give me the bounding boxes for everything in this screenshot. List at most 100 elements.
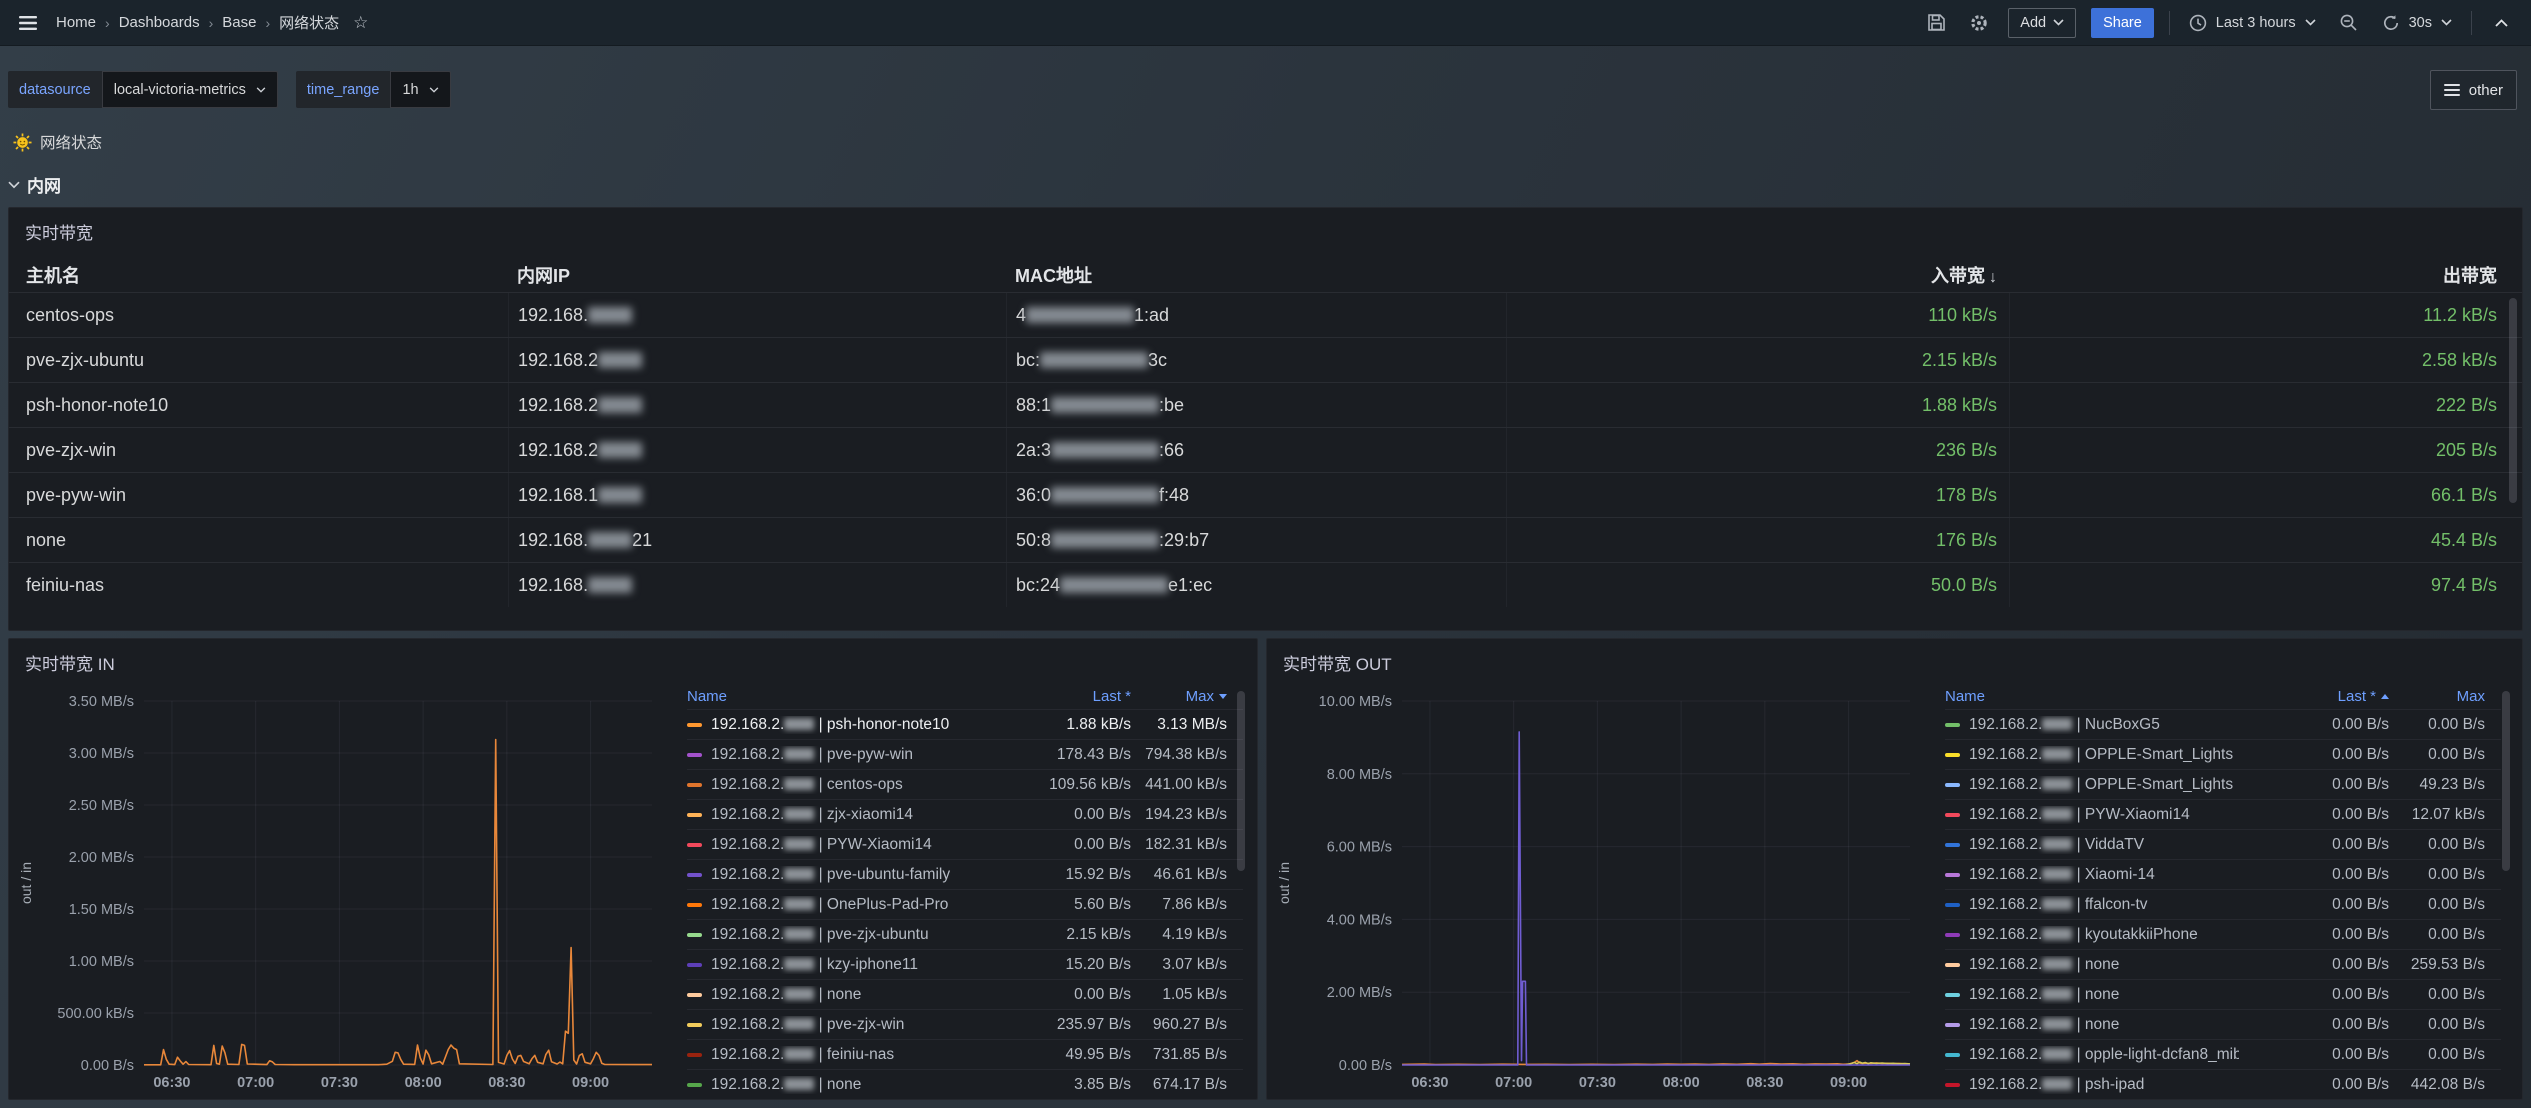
svg-text:3.00 MB/s: 3.00 MB/s — [69, 746, 134, 762]
legend-series-name[interactable]: 192.168.2. | none — [1945, 986, 2239, 1004]
legend-max-value: 0.00 B/s — [2389, 866, 2485, 884]
legend-name-header[interactable]: Name — [687, 688, 981, 705]
legend-series-name[interactable]: 192.168.2. | Xiaomi-14 — [1945, 866, 2239, 884]
legend-series-name[interactable]: 192.168.2. | opple-light-dcfan8_mibtE63F — [1945, 1046, 2239, 1064]
column-header[interactable]: 出带宽 — [2009, 260, 2514, 294]
legend-series-name[interactable]: 192.168.2. | ViddaTV — [1945, 836, 2239, 854]
legend-series-name[interactable]: 192.168.2. | pve-zjx-ubuntu — [687, 926, 981, 944]
redacted-blur — [2042, 808, 2072, 820]
zoom-out-icon[interactable] — [2335, 9, 2363, 37]
legend-series-name[interactable]: 192.168.2. | kzy-iphone11 — [687, 956, 981, 974]
legend-name-header[interactable]: Name — [1945, 688, 2239, 705]
column-header[interactable]: 主机名 — [17, 260, 508, 294]
column-header[interactable]: 入带宽↓ — [1506, 260, 2009, 294]
legend-max-value: 731.85 B/s — [1131, 1046, 1227, 1064]
series-color-icon — [1945, 843, 1960, 847]
legend-max-header[interactable]: Max — [2389, 688, 2485, 705]
refresh-control[interactable]: 30s — [2378, 8, 2456, 38]
legend-last-value: 178.43 B/s — [981, 746, 1131, 764]
legend-max-header[interactable]: Max — [1131, 688, 1227, 705]
legend-last-value: 0.00 B/s — [2239, 776, 2389, 794]
other-button[interactable]: other — [2430, 70, 2517, 110]
redacted-blur — [784, 928, 814, 940]
breadcrumb-item[interactable]: Home — [56, 14, 96, 31]
legend-series-name[interactable]: 192.168.2. | kyoutakkiiPhone — [1945, 926, 2239, 944]
column-header[interactable]: 内网IP — [508, 260, 1006, 294]
legend-max-value: 674.17 B/s — [1131, 1076, 1227, 1094]
star-icon[interactable]: ☆ — [353, 14, 368, 31]
redacted-blur — [2042, 928, 2072, 940]
mac-cell: 2a:3:66 — [1006, 428, 1506, 472]
panel-title[interactable]: 实时带宽 — [9, 208, 2522, 244]
legend-row: 192.168.2. | kyoutakkiiPhone 0.00 B/s 0.… — [1945, 919, 2501, 949]
time-range-picker[interactable]: Last 3 hours — [2185, 8, 2320, 38]
table-scrollbar[interactable] — [2509, 298, 2517, 503]
svg-text:07:30: 07:30 — [321, 1075, 358, 1091]
legend-row: 192.168.2. | OnePlus-Pad-Pro 5.60 B/s 7.… — [687, 889, 1243, 919]
breadcrumb-item[interactable]: Dashboards — [119, 14, 200, 31]
legend-max-value: 7.86 kB/s — [1131, 896, 1227, 914]
legend-max-value: 441.00 kB/s — [1131, 776, 1227, 794]
legend-series-name[interactable]: 192.168.2. | OPPLE-Smart_Lights — [1945, 776, 2239, 794]
legend-series-name[interactable]: 192.168.2. | PYW-Xiaomi14 — [687, 836, 981, 854]
legend-series-name[interactable]: 192.168.2. | PYW-Xiaomi14 — [1945, 806, 2239, 824]
legend-series-name[interactable]: 192.168.2. | none — [687, 1076, 981, 1094]
host-cell: pve-zjx-win — [17, 428, 508, 472]
settings-gear-icon[interactable] — [1965, 9, 1993, 37]
legend-scrollbar[interactable] — [2502, 691, 2510, 871]
legend-last-header[interactable]: Last * — [981, 688, 1131, 705]
series-line — [1402, 1061, 1910, 1065]
legend-scrollbar[interactable] — [1237, 691, 1245, 871]
datasource-variable-label: datasource — [8, 71, 102, 108]
series-color-icon — [1945, 753, 1960, 757]
legend-max-value: 0.00 B/s — [2389, 926, 2485, 944]
legend-series-name[interactable]: 192.168.2. | NucBoxG5 — [1945, 716, 2239, 734]
legend-series-name[interactable]: 192.168.2. | none — [1945, 1016, 2239, 1034]
series-color-icon — [687, 753, 702, 757]
section-row-intranet[interactable]: 内网 — [8, 172, 61, 197]
breadcrumb-item[interactable]: 网络状态 — [279, 12, 339, 33]
share-button[interactable]: Share — [2091, 8, 2154, 38]
legend-series-name[interactable]: 192.168.2. | ffalcon-tv — [1945, 896, 2239, 914]
breadcrumb-separator: › — [105, 15, 110, 31]
legend-series-name[interactable]: 192.168.2. | feiniu-nas — [687, 1046, 981, 1064]
collapse-up-button[interactable] — [2487, 9, 2515, 37]
legend-series-name[interactable]: 192.168.2. | none — [1945, 956, 2239, 974]
svg-text:8.00 MB/s: 8.00 MB/s — [1327, 767, 1392, 783]
svg-text:0.00 B/s: 0.00 B/s — [1339, 1058, 1392, 1074]
svg-text:4.00 MB/s: 4.00 MB/s — [1327, 912, 1392, 928]
sort-caret-icon — [1219, 694, 1227, 699]
svg-text:07:00: 07:00 — [237, 1075, 274, 1091]
hamburger-menu-icon[interactable] — [14, 9, 42, 37]
legend-last-value: 0.00 B/s — [2239, 896, 2389, 914]
redacted-blur — [784, 958, 814, 970]
legend-series-name[interactable]: 192.168.2. | pve-pyw-win — [687, 746, 981, 764]
legend-last-value: 49.95 B/s — [981, 1046, 1131, 1064]
save-icon[interactable] — [1922, 9, 1950, 37]
legend-series-name[interactable]: 192.168.2. | OnePlus-Pad-Pro — [687, 896, 981, 914]
series-color-icon — [687, 1023, 702, 1027]
out-bandwidth-cell: 205 B/s — [2009, 428, 2514, 472]
column-header[interactable]: MAC地址 — [1006, 260, 1506, 294]
legend-series-name[interactable]: 192.168.2. | psh-honor-note10 — [687, 716, 981, 734]
legend-series-name[interactable]: 192.168.2. | pve-ubuntu-family — [687, 866, 981, 884]
legend-row: 192.168.2. | kzy-iphone11 15.20 B/s 3.07… — [687, 949, 1243, 979]
mac-cell: bc:24e1:ec — [1006, 563, 1506, 607]
breadcrumb-item[interactable]: Base — [222, 14, 256, 31]
legend-row: 192.168.2. | centos-ops 109.56 kB/s 441.… — [687, 769, 1243, 799]
add-button[interactable]: Add — [2008, 8, 2076, 38]
legend-last-header[interactable]: Last * — [2239, 688, 2389, 705]
legend-series-name[interactable]: 192.168.2. | centos-ops — [687, 776, 981, 794]
time-range-variable-value[interactable]: 1h — [390, 71, 450, 108]
chevron-up-icon — [2495, 19, 2508, 27]
redacted-blur — [784, 748, 814, 760]
legend-series-name[interactable]: 192.168.2. | zjx-xiaomi14 — [687, 806, 981, 824]
legend-series-name[interactable]: 192.168.2. | pve-zjx-win — [687, 1016, 981, 1034]
legend-series-name[interactable]: 192.168.2. | psh-ipad — [1945, 1076, 2239, 1094]
series-color-icon — [687, 813, 702, 817]
legend-series-name[interactable]: 192.168.2. | OPPLE-Smart_Lights — [1945, 746, 2239, 764]
datasource-variable-value[interactable]: local-victoria-metrics — [102, 71, 278, 108]
in-bandwidth-cell: 110 kB/s — [1506, 293, 2009, 337]
legend-max-value: 3.13 MB/s — [1131, 716, 1227, 734]
legend-series-name[interactable]: 192.168.2. | none — [687, 986, 981, 1004]
